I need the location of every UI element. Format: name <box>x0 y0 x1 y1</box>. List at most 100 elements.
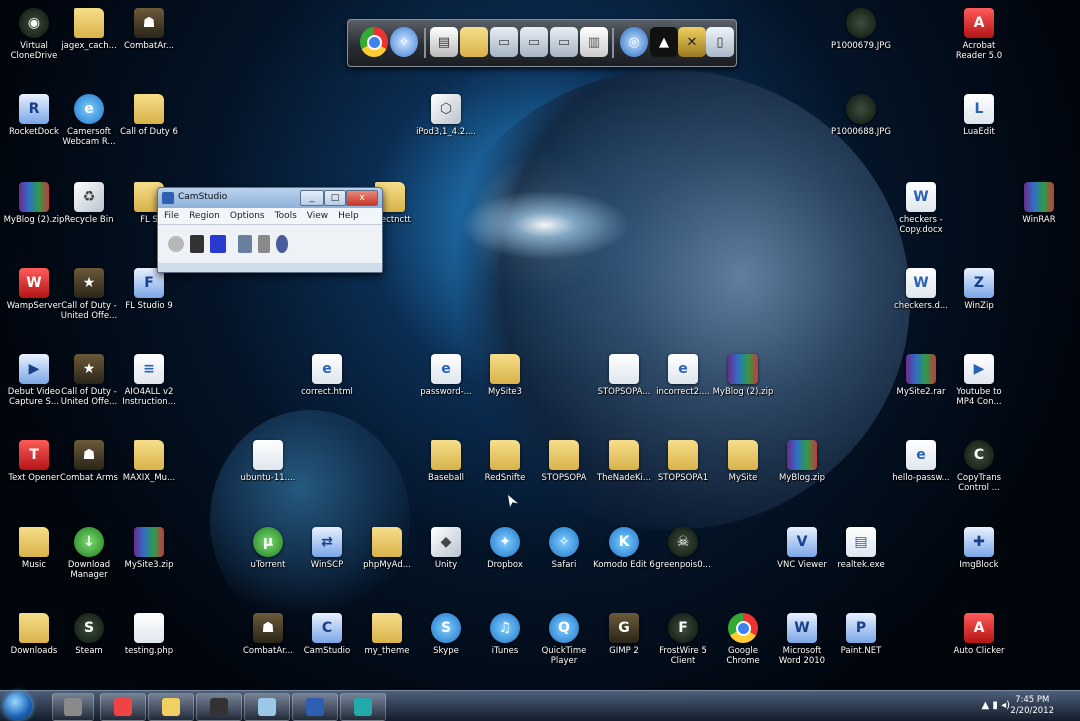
desktop-icon[interactable]: ♻ Recycle Bin <box>58 182 120 225</box>
desktop-icon[interactable]: ♫ iTunes <box>474 613 536 656</box>
desktop-icon[interactable]: Wcheckers - Copy.docx <box>890 182 952 235</box>
desktop-icon[interactable]: W WampServer <box>3 268 65 311</box>
desktop-icon[interactable]: TheNadeKi... <box>593 440 655 483</box>
folder-icon[interactable]: ▥ <box>580 27 608 57</box>
desktop-icon[interactable]: C CamStudio <box>296 613 358 656</box>
menu-view[interactable]: View <box>307 208 328 224</box>
desktop-icon[interactable]: S Skype <box>415 613 477 656</box>
desktop-icon[interactable]: ★ Call of Duty - United Offe... <box>58 354 120 407</box>
desktop-icon[interactable]: e incorrect2.... <box>652 354 714 397</box>
desktop-icon[interactable]: V VNC Viewer <box>771 527 833 570</box>
desktop-icon[interactable]: A Acrobat Reader 5.0 <box>948 8 1010 61</box>
desktop-icon[interactable]: G GIMP 2 <box>593 613 655 656</box>
desktop-icon[interactable]: ▤ realtek.exe <box>830 527 892 570</box>
files-icon[interactable]: ▤ <box>430 27 458 57</box>
desktop-icon[interactable]: ◆ Unity <box>415 527 477 570</box>
chrome-icon[interactable] <box>360 27 388 57</box>
desktop-icon[interactable]: MySite2.rar <box>890 354 952 397</box>
desktop-icon[interactable]: e password-... <box>415 354 477 397</box>
desktop-icon[interactable]: WinRAR <box>1008 182 1070 225</box>
desktop-icon[interactable]: ☗ CombatAr... <box>118 8 180 51</box>
desktop-icon[interactable]: RedSnifte <box>474 440 536 483</box>
desktop-icon[interactable]: STOPSOPA1 <box>652 440 714 483</box>
desktop-icon[interactable]: phpMyAd... <box>356 527 418 570</box>
taskbar-clock[interactable]: 7:45 PM 2/20/2012 <box>1010 695 1054 717</box>
taskbar-app[interactable] <box>340 693 386 721</box>
desktop-icon[interactable]: C CopyTrans Control ... <box>948 440 1010 493</box>
desktop-icon[interactable]: Music <box>3 527 65 570</box>
desktop-icon[interactable]: ▶ Youtube to MP4 Con... <box>948 354 1010 407</box>
desktop-icon[interactable]: F FrostWire 5 Client <box>652 613 714 666</box>
desktop-icon[interactable]: P Paint.NET <box>830 613 892 656</box>
globe-icon[interactable]: ◎ <box>620 27 648 57</box>
folder-icon[interactable]: ▭ <box>520 27 548 57</box>
desktop-icon[interactable]: L LuaEdit <box>948 94 1010 137</box>
desktop-icon[interactable]: ✦ Dropbox <box>474 527 536 570</box>
taskbar-camstudio[interactable] <box>292 693 338 721</box>
desktop-icon[interactable]: Call of Duty 6 <box>118 94 180 137</box>
desktop-icon[interactable]: W Microsoft Word 2010 <box>771 613 833 666</box>
desktop-icon[interactable]: μ uTorrent <box>237 527 299 570</box>
desktop-icon[interactable]: ✚ ImgBlock <box>948 527 1010 570</box>
taskbar-user[interactable] <box>52 693 94 721</box>
desktop-icon[interactable]: T Text Opener <box>3 440 65 483</box>
menu-help[interactable]: Help <box>338 208 359 224</box>
folder-icon[interactable]: ▭ <box>490 27 518 57</box>
desktop-icon[interactable]: MAXIX_Mu... <box>118 440 180 483</box>
pause-icon[interactable] <box>190 235 204 253</box>
taskbar-explorer[interactable] <box>148 693 194 721</box>
safari-icon[interactable]: ✧ <box>390 27 418 57</box>
taskbar-chrome[interactable] <box>100 693 146 721</box>
menu-options[interactable]: Options <box>230 208 265 224</box>
camstudio-titlebar[interactable]: CamStudio _ □ x <box>158 188 382 208</box>
options-icon[interactable] <box>276 235 288 253</box>
desktop-icon[interactable]: Q QuickTime Player <box>533 613 595 666</box>
desktop-icon[interactable]: MySite <box>712 440 774 483</box>
desktop-icon[interactable]: A Auto Clicker <box>948 613 1010 656</box>
desktop-icon[interactable]: e correct.html <box>296 354 358 397</box>
desktop-icon[interactable]: Google Chrome <box>712 613 774 666</box>
menu-tools[interactable]: Tools <box>275 208 297 224</box>
desktop-icon[interactable]: F FL Studio 9 <box>118 268 180 311</box>
desktop-icon[interactable]: ⇄ WinSCP <box>296 527 358 570</box>
start-button[interactable] <box>4 692 32 720</box>
desktop-icon[interactable]: ☗ CombatAr... <box>237 613 299 656</box>
desktop-icon[interactable]: ✧ Safari <box>533 527 595 570</box>
taskbar-notepad[interactable] <box>244 693 290 721</box>
desktop-icon[interactable]: P1000679.JPG <box>830 8 892 51</box>
tools-icon[interactable]: ✕ <box>678 27 706 57</box>
close-button[interactable]: x <box>346 190 378 206</box>
desktop-icon[interactable]: STOPSOPA... <box>593 354 655 397</box>
menu-region[interactable]: Region <box>189 208 220 224</box>
maximize-button[interactable]: □ <box>324 190 346 206</box>
desktop-icon[interactable]: ubuntu-11.... <box>237 440 299 483</box>
desktop-icon[interactable]: STOPSOPA <box>533 440 595 483</box>
desktop-icon[interactable]: testing.php <box>118 613 180 656</box>
desktop-icon[interactable]: Wcheckers.d... <box>890 268 952 311</box>
cat-icon[interactable]: ▲ <box>650 27 678 57</box>
desktop-icon[interactable]: S Steam <box>58 613 120 656</box>
region-icon[interactable] <box>238 235 252 253</box>
desktop-icon[interactable]: ▶ Debut Video Capture S... <box>3 354 65 407</box>
menu-file[interactable]: File <box>164 208 179 224</box>
folder-icon[interactable]: ▭ <box>550 27 578 57</box>
desktop-icon[interactable]: R RocketDock <box>3 94 65 137</box>
desktop-icon[interactable]: MyBlog (2).zip <box>3 182 65 225</box>
desktop-icon[interactable]: ☠ greenpois0... <box>652 527 714 570</box>
desktop-icon[interactable]: e hello-passw... <box>890 440 952 483</box>
trash-icon[interactable]: ▯ <box>706 27 734 57</box>
desktop-icon[interactable]: ◉ Virtual CloneDrive <box>3 8 65 61</box>
desktop-icon[interactable]: ☗ Combat Arms <box>58 440 120 483</box>
folder-icon[interactable] <box>460 27 488 57</box>
desktop-icon[interactable]: MyBlog.zip <box>771 440 833 483</box>
desktop-icon[interactable]: Baseball <box>415 440 477 483</box>
desktop-icon[interactable]: ≡ AIO4ALL v2 Instruction... <box>118 354 180 407</box>
record-icon[interactable] <box>168 236 184 252</box>
desktop-icon[interactable]: P1000688.JPG <box>830 94 892 137</box>
desktop-icon[interactable]: ↓ Download Manager <box>58 527 120 580</box>
annotation-icon[interactable] <box>258 235 270 253</box>
desktop-icon[interactable]: K Komodo Edit 6 <box>593 527 655 570</box>
taskbar-media[interactable] <box>196 693 242 721</box>
desktop-icon[interactable]: my_theme <box>356 613 418 656</box>
desktop-icon[interactable]: ⬡ iPod3,1_4.2.... <box>415 94 477 137</box>
